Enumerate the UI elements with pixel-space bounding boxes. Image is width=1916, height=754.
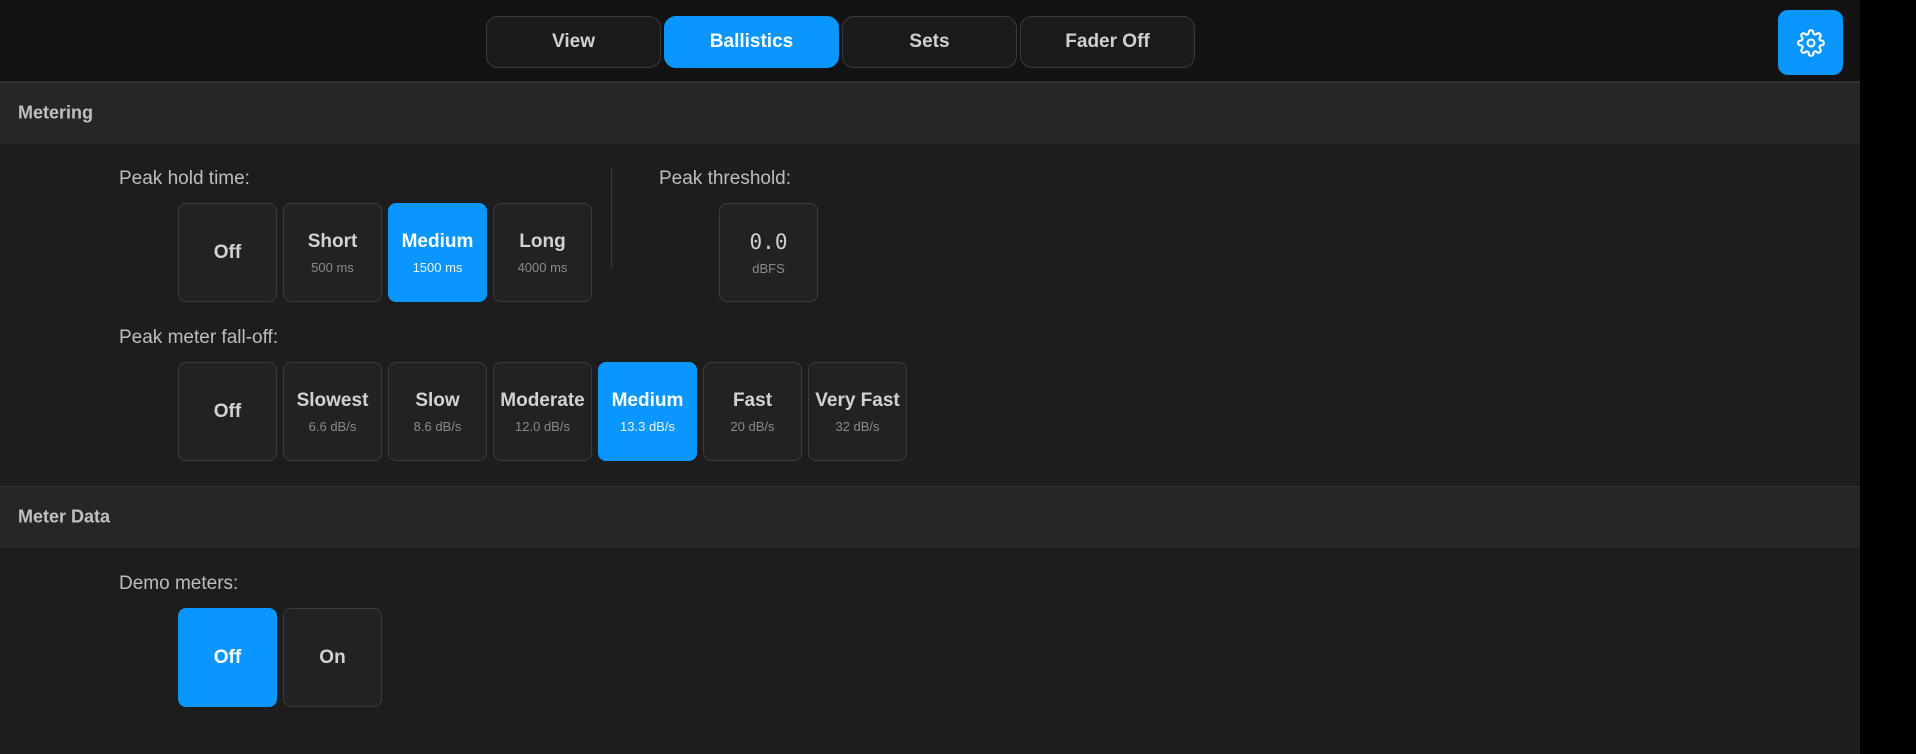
tab-ballistics[interactable]: Ballistics xyxy=(664,16,839,68)
option-detail: 12.0 dB/s xyxy=(515,418,570,434)
falloff-slow-button[interactable]: Slow 8.6 dB/s xyxy=(388,362,487,461)
option-label: Off xyxy=(213,400,242,422)
option-label: Long xyxy=(519,230,566,252)
tab-fader-off[interactable]: Fader Off xyxy=(1020,16,1195,68)
option-label: Off xyxy=(213,241,242,263)
falloff-label: Peak meter fall-off: xyxy=(119,327,279,348)
option-label: Short xyxy=(307,230,358,252)
demo-on-button[interactable]: On xyxy=(283,608,382,707)
vertical-divider xyxy=(611,168,612,268)
option-label: Medium xyxy=(401,230,474,252)
gear-icon xyxy=(1796,28,1825,57)
falloff-moderate-button[interactable]: Moderate 12.0 dB/s xyxy=(493,362,592,461)
option-label: Slowest xyxy=(296,389,369,411)
falloff-off-button[interactable]: Off xyxy=(178,362,277,461)
option-label: Very Fast xyxy=(815,389,900,411)
section-title-metering: Metering xyxy=(18,102,94,123)
option-label: Slow xyxy=(415,389,460,411)
option-label: Medium xyxy=(611,389,684,411)
falloff-fast-button[interactable]: Fast 20 dB/s xyxy=(703,362,802,461)
option-detail: 13.3 dB/s xyxy=(620,418,675,434)
meter-data-section-header: Meter Data xyxy=(0,486,1860,548)
demo-off-button[interactable]: Off xyxy=(178,608,277,707)
falloff-very-fast-button[interactable]: Very Fast 32 dB/s xyxy=(808,362,907,461)
option-label: Moderate xyxy=(500,389,585,411)
peak-threshold-field[interactable]: 0.0 dBFS xyxy=(719,203,818,302)
top-bar: View Ballistics Sets Fader Off xyxy=(0,0,1860,82)
option-detail: 500 ms xyxy=(311,259,354,275)
option-detail: 20 dB/s xyxy=(730,418,775,434)
peak-hold-off-button[interactable]: Off xyxy=(178,203,277,302)
peak-hold-long-button[interactable]: Long 4000 ms xyxy=(493,203,592,302)
peak-threshold-label: Peak threshold: xyxy=(659,168,792,189)
tab-sets[interactable]: Sets xyxy=(842,16,1017,68)
tab-bar: View Ballistics Sets Fader Off xyxy=(486,16,1198,68)
option-detail: 32 dB/s xyxy=(835,418,880,434)
peak-hold-options: Off Short 500 ms Medium 1500 ms Long 400… xyxy=(178,203,598,302)
option-detail: 6.6 dB/s xyxy=(308,418,357,434)
option-detail: 4000 ms xyxy=(517,259,568,275)
section-title-meter-data: Meter Data xyxy=(18,506,111,527)
peak-hold-short-button[interactable]: Short 500 ms xyxy=(283,203,382,302)
option-detail: 8.6 dB/s xyxy=(413,418,462,434)
falloff-medium-button[interactable]: Medium 13.3 dB/s xyxy=(598,362,697,461)
peak-hold-medium-button[interactable]: Medium 1500 ms xyxy=(388,203,487,302)
peak-threshold-unit: dBFS xyxy=(752,260,785,276)
option-detail: 1500 ms xyxy=(412,259,463,275)
option-label: On xyxy=(319,646,346,668)
option-label: Fast xyxy=(732,389,773,411)
demo-meters-options: Off On xyxy=(178,608,388,707)
settings-button[interactable] xyxy=(1778,10,1843,75)
falloff-slowest-button[interactable]: Slowest 6.6 dB/s xyxy=(283,362,382,461)
demo-meters-label: Demo meters: xyxy=(119,573,239,594)
peak-hold-label: Peak hold time: xyxy=(119,168,250,189)
tab-view[interactable]: View xyxy=(486,16,661,68)
option-label: Off xyxy=(213,646,242,668)
metering-section-header: Metering xyxy=(0,82,1860,144)
peak-threshold-value: 0.0 xyxy=(749,229,788,254)
falloff-options: Off Slowest 6.6 dB/s Slow 8.6 dB/s Moder… xyxy=(178,362,913,461)
app-window: View Ballistics Sets Fader Off Metering … xyxy=(0,0,1860,754)
